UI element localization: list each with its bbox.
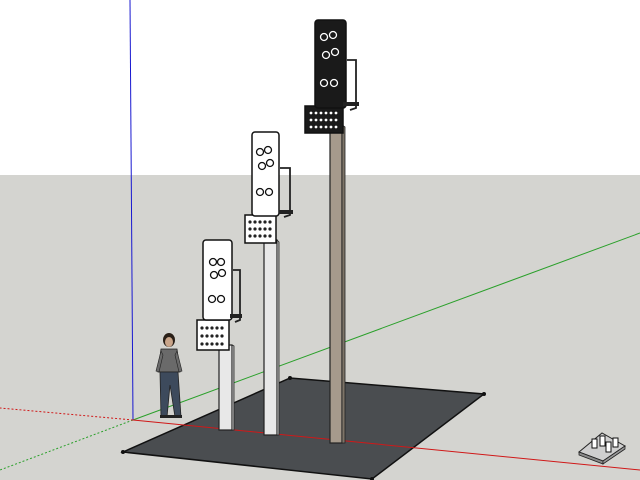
- signal-head: [251, 131, 280, 217]
- signal-head: [202, 239, 233, 321]
- pole-side: [231, 344, 235, 431]
- maintenance-platform: [279, 210, 293, 214]
- slab-corner: [121, 450, 125, 454]
- maintenance-platform: [230, 314, 242, 318]
- pole-side: [276, 239, 280, 436]
- signal-pole: [218, 344, 233, 431]
- maintenance-platform: [343, 102, 359, 106]
- slab-corner: [288, 376, 292, 380]
- 3d-viewport[interactable]: [0, 0, 640, 480]
- model-scene[interactable]: [0, 0, 640, 480]
- figure-shoes: [160, 415, 182, 418]
- navigator-block: [591, 438, 598, 449]
- signal-pole: [263, 239, 278, 436]
- navigator-block: [599, 435, 606, 447]
- signal-pole: [329, 124, 343, 444]
- slab-corner: [482, 392, 486, 396]
- navigator-block: [605, 441, 612, 453]
- navigator-block: [612, 437, 619, 448]
- figure-face: [165, 337, 173, 347]
- pole-side: [341, 124, 346, 444]
